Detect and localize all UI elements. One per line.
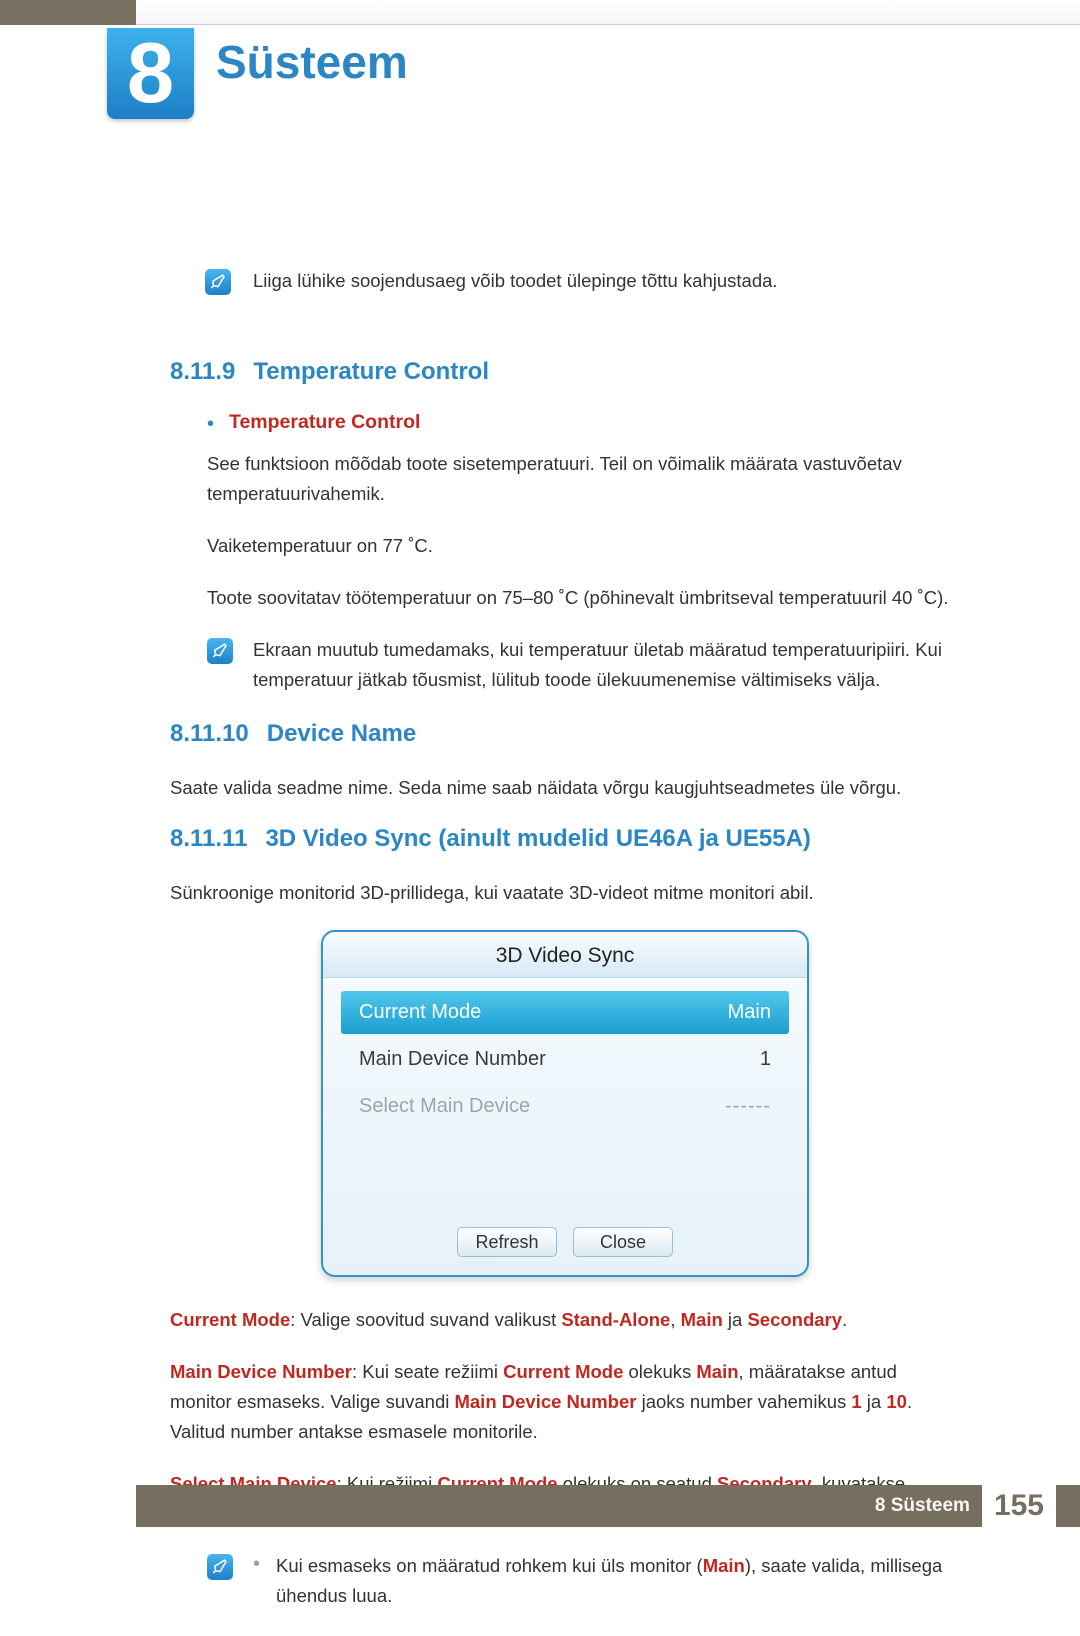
heading-8-11-10: 8.11.10Device Name — [170, 720, 960, 748]
top-note-text: Liiga lühike soojendusaeg võib toodet ül… — [253, 266, 955, 296]
dialog-row-main-device-number[interactable]: Main Device Number 1 — [341, 1038, 789, 1081]
body-text: Vaiketemperatuur on 77 ˚C. — [170, 531, 960, 561]
heading-8-11-11: 8.11.113D Video Sync (ainult mudelid UE4… — [170, 825, 960, 853]
dialog-title: 3D Video Sync — [323, 932, 807, 978]
note-icon — [207, 638, 233, 664]
note-row-bottom: • Kui esmaseks on määratud rohkem kui ül… — [170, 1551, 960, 1611]
footer-page-number: 155 — [982, 1485, 1056, 1527]
heading-num: 8.11.9 — [170, 358, 253, 385]
chapter-number-badge: 8 — [107, 28, 194, 119]
body-text: Sünkroonige monitorid 3D-prillidega, kui… — [170, 878, 960, 908]
dialog-row-label: Main Device Number — [359, 1048, 546, 1071]
bullet-temperature-control: • Temperature Control — [170, 411, 960, 437]
heading-title: Device Name — [267, 720, 416, 747]
dialog-row-value: Main — [728, 1001, 771, 1024]
note-text: Kui esmaseks on määratud rohkem kui üls … — [276, 1551, 960, 1611]
dialog-row-value: ------ — [725, 1095, 771, 1118]
refresh-button[interactable]: Refresh — [457, 1227, 557, 1257]
heading-num: 8.11.10 — [170, 720, 267, 747]
note-icon — [207, 1554, 233, 1580]
footer: 8 Süsteem 155 — [136, 1485, 1080, 1527]
dialog-row-label: Current Mode — [359, 1001, 481, 1024]
dialog-spacer — [341, 1132, 789, 1207]
desc-main-device-number: Main Device Number: Kui seate režiimi Cu… — [170, 1357, 960, 1447]
desc-current-mode: Current Mode: Valige soovitud suvand val… — [170, 1305, 960, 1335]
note-row: Ekraan muutub tumedamaks, kui temperatuu… — [170, 635, 960, 695]
heading-title: Temperature Control — [253, 358, 489, 385]
dialog-3d-video-sync: 3D Video Sync Current Mode Main Main Dev… — [321, 930, 809, 1277]
note-icon — [205, 269, 231, 295]
heading-num: 8.11.11 — [170, 825, 265, 852]
dialog-row-select-main-device: Select Main Device ------ — [341, 1085, 789, 1128]
bullet-dot-icon: • — [253, 1551, 260, 1577]
body-text: See funktsioon mõõdab toote sisetemperat… — [170, 449, 960, 509]
header-white-bg — [136, 0, 1080, 25]
note-text: Ekraan muutub tumedamaks, kui temperatuu… — [253, 635, 960, 695]
dialog-row-current-mode[interactable]: Current Mode Main — [341, 991, 789, 1034]
body-text: Toote soovitatav töötemperatuur on 75–80… — [170, 583, 960, 613]
dialog-row-label: Select Main Device — [359, 1095, 530, 1118]
body-text: Saate valida seadme nime. Seda nime saab… — [170, 773, 960, 803]
dialog-row-value: 1 — [760, 1048, 771, 1071]
footer-text: 8 Süsteem — [875, 1495, 970, 1517]
close-button[interactable]: Close — [573, 1227, 673, 1257]
page-title: Süsteem — [216, 35, 408, 89]
heading-8-11-9: 8.11.9Temperature Control — [170, 358, 960, 386]
subheading-temperature-control: Temperature Control — [229, 411, 420, 434]
heading-title: 3D Video Sync (ainult mudelid UE46A ja U… — [265, 825, 810, 852]
bullet-dot-icon: • — [207, 411, 229, 437]
